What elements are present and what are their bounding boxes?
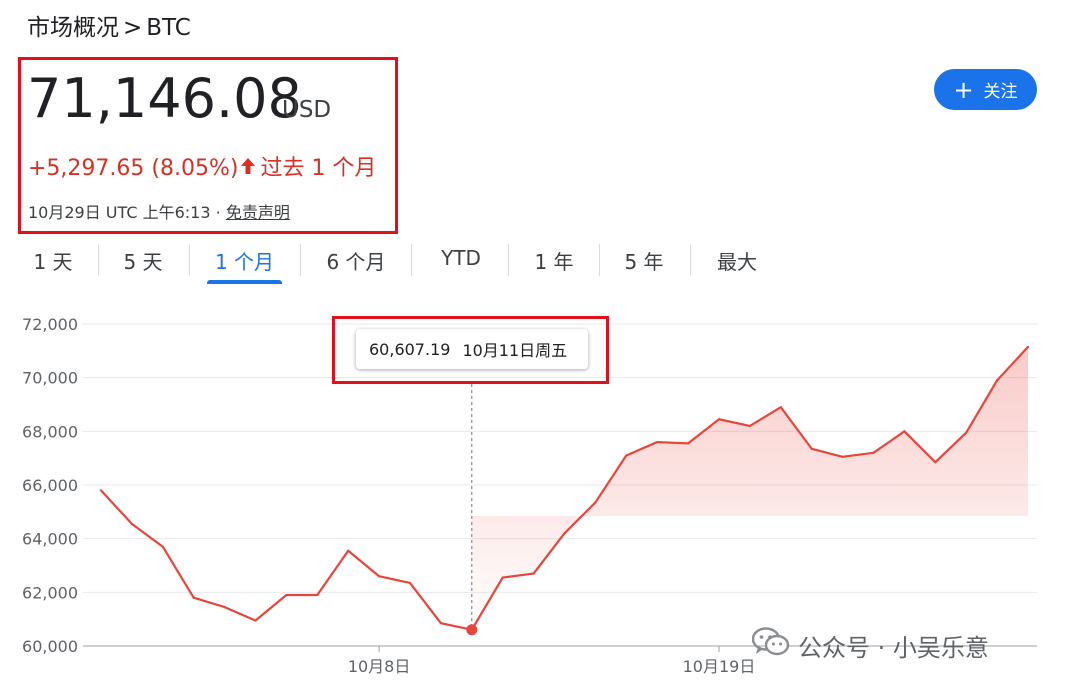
breadcrumb: 市场概况 > BTC [27, 8, 191, 42]
arrow-up-icon [240, 156, 256, 181]
tab-label: 最大 [717, 250, 757, 274]
y-tick-label: 68,000 [22, 422, 78, 441]
watermark-text: 公众号 · 小吴乐意 [798, 633, 989, 662]
y-tick-label: 64,000 [22, 530, 78, 549]
tab-label: 6 个月 [326, 250, 386, 274]
tab-divider [411, 244, 412, 276]
currency-label: USD [282, 97, 332, 123]
disclaimer-link[interactable]: 免责声明 [226, 203, 290, 222]
wechat-icon [751, 626, 790, 664]
tab-1-day[interactable]: 1 天 [24, 240, 82, 280]
tab-label: 1 个月 [214, 250, 275, 274]
price-line-segment [408, 581, 442, 625]
y-tick-label: 62,000 [22, 583, 78, 602]
y-tick-label: 70,000 [22, 369, 78, 388]
timestamp: 10月29日 UTC 上午6:13 [28, 203, 211, 222]
tab-divider [189, 244, 190, 276]
price-line-segment [223, 605, 257, 622]
timestamp-line: 10月29日 UTC 上午6:13 · 免责声明 [28, 199, 290, 223]
tab-divider [599, 244, 600, 276]
tooltip-value: 60,607.19 [369, 339, 451, 359]
price-change: +5,297.65 (8.05%) 过去 1 个月 [28, 150, 376, 182]
follow-button[interactable]: + 关注 [934, 69, 1037, 110]
price-line-segment [347, 549, 381, 578]
chart-tooltip: 60,607.19 10月11日周五 [356, 329, 588, 369]
tab-divider [690, 244, 691, 276]
change-period: 过去 1 个月 [260, 156, 377, 181]
tab-6-month[interactable]: 6 个月 [318, 240, 394, 280]
tab-divider [300, 244, 301, 276]
range-tabs: 1 天 5 天 1 个月 6 个月 YTD 1 年 5 年 最大 [0, 240, 800, 284]
tab-label: 1 天 [33, 250, 73, 274]
tab-label: 1 年 [534, 250, 574, 274]
price-line-segment [192, 596, 226, 609]
price-line-segment [161, 545, 195, 599]
tab-5-year[interactable]: 5 年 [615, 240, 673, 280]
y-tick-label: 72,000 [22, 315, 78, 334]
price-line-segment [378, 575, 412, 585]
price-line-segment [316, 549, 350, 597]
tab-1-year[interactable]: 1 年 [525, 240, 583, 280]
change-amount: +5,297.65 (8.05%) [28, 156, 239, 181]
price-line-segment [254, 593, 288, 622]
price-value: 71,146.08 [27, 67, 302, 130]
tab-label: YTD [441, 246, 481, 270]
y-tick-label: 66,000 [22, 476, 78, 495]
highlight-point [466, 624, 478, 636]
tab-5-day[interactable]: 5 天 [114, 240, 172, 280]
plus-icon: + [953, 75, 974, 104]
separator-dot: · [215, 203, 221, 222]
tab-divider [98, 244, 99, 276]
tab-ytd[interactable]: YTD [431, 240, 491, 280]
follow-label: 关注 [983, 82, 1018, 102]
breadcrumb-separator: > [123, 15, 143, 41]
breadcrumb-parent-link[interactable]: 市场概况 [27, 8, 119, 42]
tab-1-month[interactable]: 1 个月 [207, 240, 282, 284]
tab-label: 5 年 [624, 250, 664, 274]
tab-max[interactable]: 最大 [707, 240, 767, 280]
price-line-segment [130, 522, 164, 548]
area-fill [471, 346, 1028, 630]
tooltip-date: 10月11日周五 [462, 341, 568, 360]
price-line-segment [99, 489, 133, 526]
x-tick-label: 10月19日 [683, 657, 756, 676]
watermark: 公众号 · 小吴乐意 [751, 626, 989, 664]
tab-label: 5 天 [123, 250, 163, 274]
y-tick-label: 60,000 [22, 637, 78, 656]
tab-divider [508, 244, 509, 276]
breadcrumb-current: BTC [146, 15, 191, 41]
price-line-segment [656, 440, 690, 445]
x-tick-label: 10月8日 [348, 657, 411, 676]
